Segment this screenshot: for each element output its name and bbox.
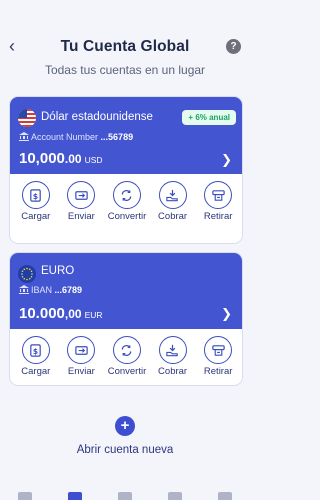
enviar-button[interactable]: Enviar	[59, 181, 103, 222]
plus-icon[interactable]: +	[115, 416, 135, 436]
balance-cents: .00	[64, 152, 82, 166]
transfer-icon[interactable]	[117, 488, 133, 500]
page-subtitle: Todas tus cuentas en un lugar	[44, 63, 206, 77]
svg-text:$: $	[33, 346, 38, 355]
dollar-add-icon: $	[21, 336, 50, 364]
account-label: IBAN	[31, 285, 53, 295]
retirar-label: Retirar	[203, 211, 233, 222]
account-label: Account Number	[31, 132, 99, 142]
chevron-right-icon[interactable]: ❯	[221, 152, 232, 168]
convertir-label: Convertir	[107, 211, 147, 222]
account-card-usd: Dólar estadounidense + 6% anual Account …	[9, 96, 243, 244]
page-title: Tu Cuenta Global	[60, 38, 190, 55]
account-number-line: Account Number ...56789	[19, 132, 133, 142]
balance-cents: ,00	[64, 307, 82, 321]
cargar-button[interactable]: $ Cargar	[14, 336, 58, 377]
send-money-icon	[67, 336, 96, 364]
convertir-button[interactable]: Convertir	[105, 181, 149, 222]
currency-code: EUR	[84, 310, 103, 320]
account-number-line: IBAN ...6789	[19, 285, 82, 295]
header: ‹ Tu Cuenta Global ? Todas tus cuentas e…	[0, 0, 250, 80]
enviar-label: Enviar	[67, 211, 95, 222]
interest-badge: + 6% anual	[182, 110, 236, 125]
open-new-account-label[interactable]: Abrir cuenta nueva	[0, 444, 250, 456]
chevron-right-icon[interactable]: ❯	[221, 306, 232, 322]
withdraw-icon	[204, 181, 233, 209]
retirar-label: Retirar	[203, 366, 233, 377]
balance: 10,000.00 USD	[19, 150, 103, 167]
convertir-button[interactable]: Convertir	[105, 336, 149, 377]
balance-main: 10.000	[19, 305, 65, 322]
home-icon[interactable]	[17, 488, 33, 500]
convertir-label: Convertir	[107, 366, 147, 377]
card-icon[interactable]	[67, 488, 83, 500]
action-row: $ Cargar Enviar Convertir Cobrar Retirar	[10, 181, 242, 222]
bank-icon	[19, 132, 29, 141]
currency-name: Dólar estadounidense	[41, 111, 153, 123]
currency-name: EURO	[41, 265, 75, 277]
enviar-button[interactable]: Enviar	[59, 336, 103, 377]
account-card-header[interactable]: Dólar estadounidense + 6% anual Account …	[10, 97, 242, 174]
retirar-button[interactable]: Retirar	[196, 181, 240, 222]
convert-icon	[112, 336, 141, 364]
cobrar-label: Cobrar	[158, 211, 188, 222]
withdraw-icon	[204, 336, 233, 364]
gift-icon[interactable]	[217, 488, 233, 500]
receive-money-icon	[158, 181, 187, 209]
currency-code: USD	[84, 155, 103, 165]
enviar-label: Enviar	[67, 366, 95, 377]
cargar-label: Cargar	[21, 211, 51, 222]
retirar-button[interactable]: Retirar	[196, 336, 240, 377]
send-money-icon	[67, 181, 96, 209]
account-number: ...56789	[100, 132, 134, 142]
us-flag-icon	[18, 109, 36, 127]
account-number: ...6789	[54, 285, 83, 295]
cobrar-button[interactable]: Cobrar	[151, 181, 195, 222]
cargar-label: Cargar	[21, 366, 51, 377]
balance: 10.000,00 EUR	[19, 305, 103, 322]
receive-money-icon	[158, 336, 187, 364]
action-row: $ Cargar Enviar Convertir Cobrar Retirar	[10, 336, 242, 377]
wallet-icon[interactable]	[167, 488, 183, 500]
eu-flag-icon	[18, 265, 36, 283]
convert-icon	[112, 181, 141, 209]
help-icon[interactable]: ?	[226, 39, 241, 54]
cobrar-label: Cobrar	[158, 366, 188, 377]
dollar-add-icon: $	[21, 181, 50, 209]
open-new-account[interactable]: + Abrir cuenta nueva	[0, 416, 250, 456]
cobrar-button[interactable]: Cobrar	[151, 336, 195, 377]
account-card-header[interactable]: EURO IBAN ...6789 10.000,00 EUR ❯	[10, 253, 242, 329]
bottom-nav	[0, 488, 250, 500]
bank-icon	[19, 285, 29, 294]
cargar-button[interactable]: $ Cargar	[14, 181, 58, 222]
svg-text:$: $	[33, 191, 38, 200]
account-card-eur: EURO IBAN ...6789 10.000,00 EUR ❯ $ Carga…	[9, 252, 243, 386]
balance-main: 10,000	[19, 150, 65, 167]
